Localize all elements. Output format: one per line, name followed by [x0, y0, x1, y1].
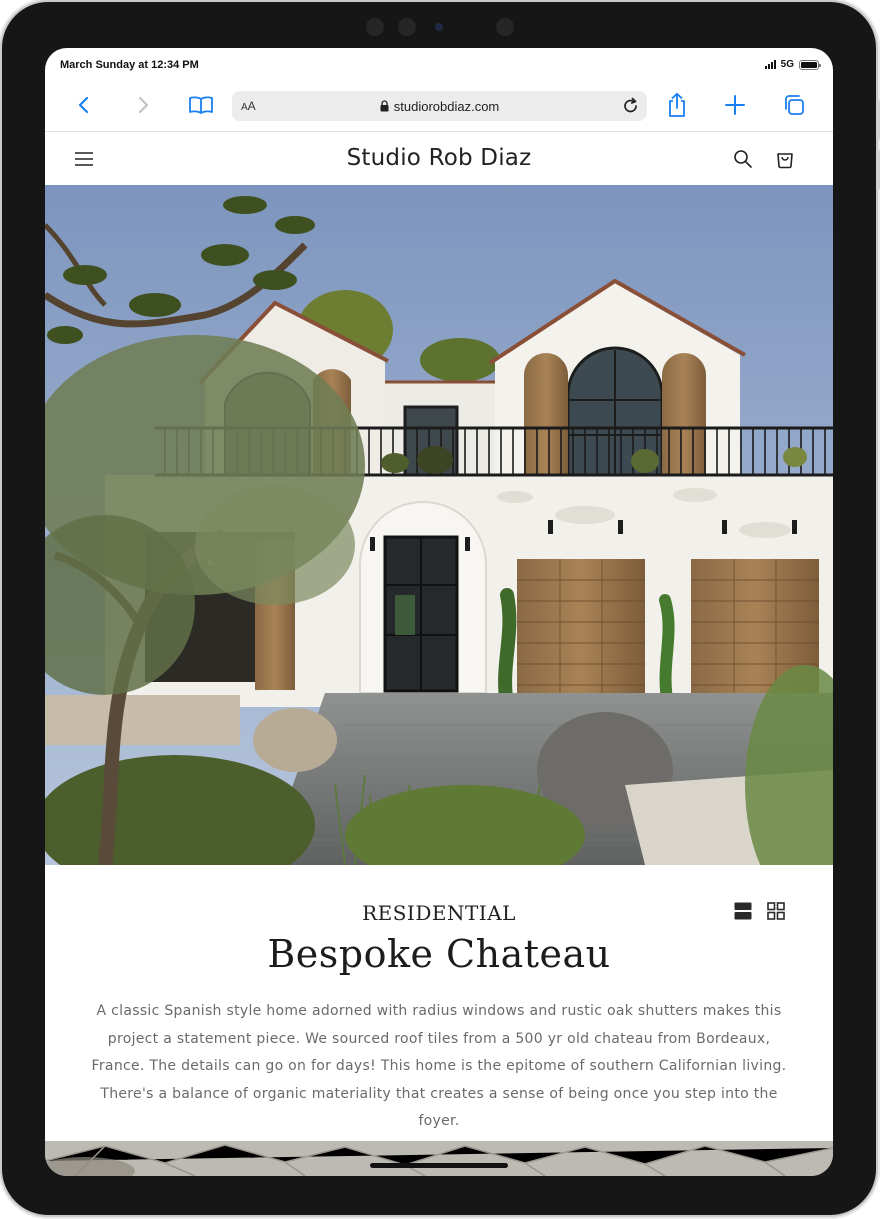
status-bar: March Sunday at 12:34 PM 5G — [45, 48, 833, 82]
bookmarks-icon[interactable] — [186, 90, 216, 120]
screen: March Sunday at 12:34 PM 5G AA studiorob… — [45, 48, 833, 1176]
url-text: studiorobdiaz.com — [393, 99, 500, 114]
battery-icon — [799, 59, 821, 70]
sensor-dot — [366, 18, 384, 36]
tabs-icon[interactable] — [779, 90, 809, 120]
hero-image — [45, 185, 833, 865]
browser-toolbar: AA studiorobdiaz.com — [45, 82, 833, 132]
network-label: 5G — [780, 59, 794, 70]
volume-button — [876, 100, 880, 140]
back-icon[interactable] — [69, 90, 99, 120]
project-title: Bespoke Chateau — [267, 932, 611, 976]
reload-icon[interactable] — [621, 96, 641, 121]
share-icon[interactable] — [662, 90, 692, 120]
status-time: March Sunday at 12:34 PM — [60, 59, 199, 71]
site-title[interactable]: Studio Rob Diaz — [45, 145, 833, 171]
grid-view-icon[interactable] — [766, 901, 785, 920]
project-description: A classic Spanish style home adorned wit… — [91, 1003, 787, 1129]
lock-icon — [380, 100, 389, 115]
address-bar[interactable]: AA studiorobdiaz.com — [232, 91, 647, 121]
next-image-preview — [45, 1141, 833, 1176]
house-illustration — [45, 185, 833, 865]
status-indicators: 5G — [764, 59, 821, 70]
project-category: RESIDENTIAL — [362, 901, 516, 925]
site-header: Studio Rob Diaz — [45, 132, 833, 185]
forward-icon[interactable] — [128, 90, 158, 120]
home-indicator[interactable] — [370, 1163, 508, 1168]
camera-lens — [435, 23, 443, 31]
camera-bar — [362, 16, 522, 38]
sensor-dot — [398, 18, 416, 36]
volume-button — [876, 150, 880, 190]
cart-icon[interactable] — [772, 146, 798, 172]
sensor-dot — [496, 18, 514, 36]
new-tab-icon[interactable] — [720, 90, 750, 120]
list-view-icon[interactable] — [733, 901, 752, 920]
view-toggle — [733, 901, 785, 920]
signal-icon — [764, 60, 776, 69]
search-icon[interactable] — [730, 146, 756, 172]
